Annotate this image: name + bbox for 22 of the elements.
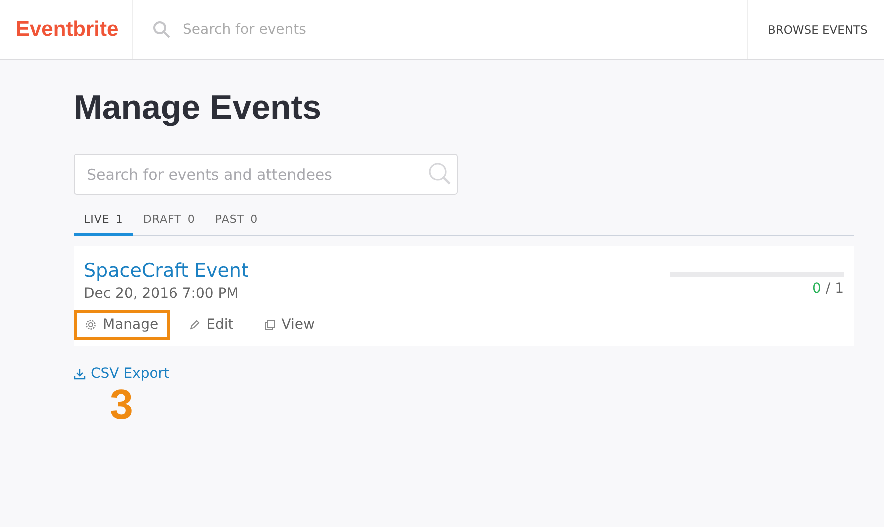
- gear-icon: [85, 319, 97, 331]
- search-icon: [428, 162, 452, 186]
- tab[interactable]: LIVE 1: [74, 209, 134, 236]
- page-title: Manage Events: [74, 88, 323, 128]
- search-field[interactable]: Search for events: [181, 20, 485, 38]
- logo[interactable]: Eventbrite: [0, 18, 132, 42]
- action-link[interactable]: View: [252, 310, 326, 340]
- event-title-link[interactable]: SpaceCraft Event: [84, 260, 326, 282]
- csv-export-link[interactable]: CSV Export: [74, 366, 170, 382]
- search-icon: [153, 20, 171, 38]
- download-icon: [74, 368, 86, 380]
- search-field[interactable]: Search for events and attendees: [74, 154, 458, 195]
- tab[interactable]: DRAFT 0: [133, 209, 206, 236]
- pencil-icon: [188, 319, 201, 331]
- copy-icon: [264, 319, 276, 331]
- event-date: Dec 20, 2016 7:00 PM: [84, 286, 240, 302]
- action-link[interactable]: Edit: [178, 310, 245, 340]
- tickets-sold-count: 0 / 1: [812, 281, 844, 297]
- step-number: 3: [110, 384, 134, 426]
- tab[interactable]: PAST 0: [205, 209, 268, 236]
- highlighted-action-link[interactable]: Manage: [74, 310, 170, 340]
- browse-events-link[interactable]: BROWSE EVENTS: [747, 0, 884, 59]
